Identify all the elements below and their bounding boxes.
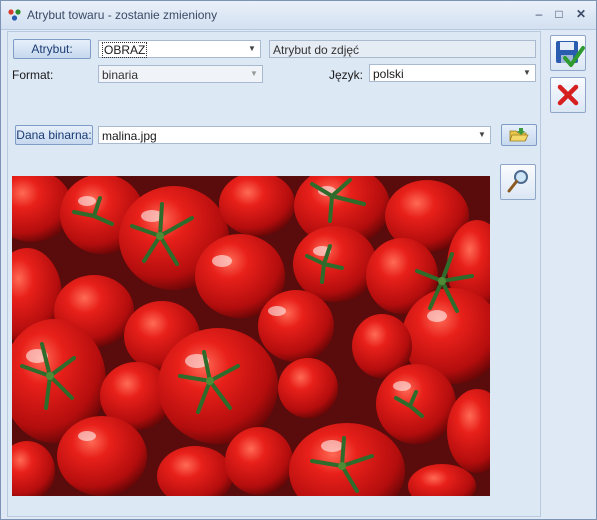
close-icon[interactable]: ✕ xyxy=(572,6,590,22)
chevron-down-icon[interactable]: ▼ xyxy=(521,65,533,81)
window-title: Atrybut towaru - zostanie zmieniony xyxy=(27,8,218,22)
open-file-button[interactable] xyxy=(501,124,537,146)
maximize-icon[interactable]: □ xyxy=(550,6,568,22)
save-icon xyxy=(556,41,585,67)
chevron-down-icon[interactable]: ▼ xyxy=(476,127,488,143)
attribute-button[interactable]: Atrybut: xyxy=(13,39,91,59)
format-combobox: binaria ▼ xyxy=(98,65,263,83)
form-area: Atrybut: OBRAZ ▼ Atrybut do zdjęć Format… xyxy=(7,31,541,517)
attribute-description: Atrybut do zdjęć xyxy=(269,40,536,58)
chevron-down-icon: ▼ xyxy=(250,69,258,78)
binary-data-button[interactable]: Dana binarna: xyxy=(15,125,93,145)
title-bar: Atrybut towaru - zostanie zmieniony – □ … xyxy=(1,1,596,30)
chevron-down-icon[interactable]: ▼ xyxy=(246,41,258,57)
minimize-icon[interactable]: – xyxy=(530,6,548,22)
attribute-value: OBRAZ xyxy=(102,42,148,58)
cancel-button[interactable] xyxy=(550,77,586,113)
binary-file-combobox[interactable]: malina.jpg ▼ xyxy=(98,126,491,144)
magnifier-icon xyxy=(507,170,528,193)
action-sidebar xyxy=(544,31,594,515)
binary-image-preview xyxy=(12,176,490,496)
format-label: Format: xyxy=(12,68,54,82)
attribute-icon xyxy=(7,8,23,22)
preview-button[interactable] xyxy=(500,164,536,200)
tomatoes-image xyxy=(12,176,490,496)
language-label: Język: xyxy=(329,68,364,82)
cancel-icon xyxy=(557,84,579,106)
attribute-combobox[interactable]: OBRAZ ▼ xyxy=(98,40,261,58)
save-button[interactable] xyxy=(550,35,586,71)
folder-open-icon xyxy=(509,128,529,142)
format-value: binaria xyxy=(102,68,139,82)
language-value: polski xyxy=(373,67,404,81)
language-combobox[interactable]: polski ▼ xyxy=(369,64,536,82)
binary-file-value: malina.jpg xyxy=(102,129,157,143)
attribute-window: Atrybut towaru - zostanie zmieniony – □ … xyxy=(0,0,597,520)
